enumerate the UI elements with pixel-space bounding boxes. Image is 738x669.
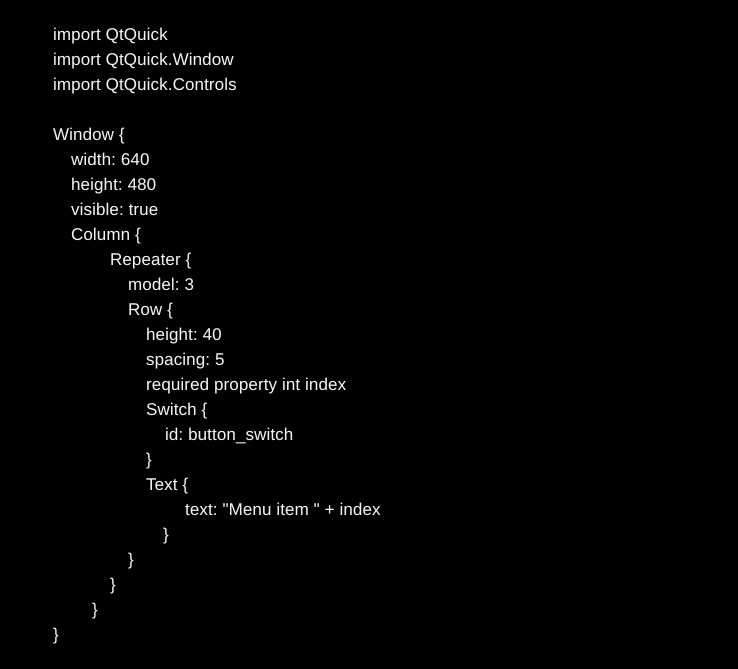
code-line: } xyxy=(163,525,169,544)
code-line: model: 3 xyxy=(128,275,195,294)
code-line: required property int index xyxy=(146,375,347,394)
code-line: Column { xyxy=(71,225,141,244)
code-line: height: 480 xyxy=(71,175,157,194)
code-line: } xyxy=(92,600,98,619)
code-line: } xyxy=(128,550,134,569)
code-line: height: 40 xyxy=(146,325,222,344)
code-line: Text { xyxy=(146,475,189,494)
code-line: text: "Menu item " + index xyxy=(185,500,381,519)
code-line: } xyxy=(110,575,116,594)
code-line: import QtQuick.Controls xyxy=(53,75,237,94)
code-line: } xyxy=(146,450,152,469)
code-line: Repeater { xyxy=(110,250,192,269)
code-line: id: button_switch xyxy=(165,425,294,444)
code-line: } xyxy=(53,625,59,644)
code-line: Window { xyxy=(53,125,125,144)
code-line: visible: true xyxy=(71,200,159,219)
code-line: Row { xyxy=(128,300,173,319)
code-line: width: 640 xyxy=(71,150,150,169)
code-line: import QtQuick.Window xyxy=(53,50,234,69)
code-line: Switch { xyxy=(146,400,208,419)
code-line: import QtQuick xyxy=(53,25,168,44)
qml-code-listing[interactable]: import QtQuick import QtQuick.Window impor… xyxy=(0,0,738,669)
code-screenshot-canvas: import QtQuick import QtQuick.Window impor… xyxy=(0,0,738,669)
code-line: spacing: 5 xyxy=(146,350,225,369)
